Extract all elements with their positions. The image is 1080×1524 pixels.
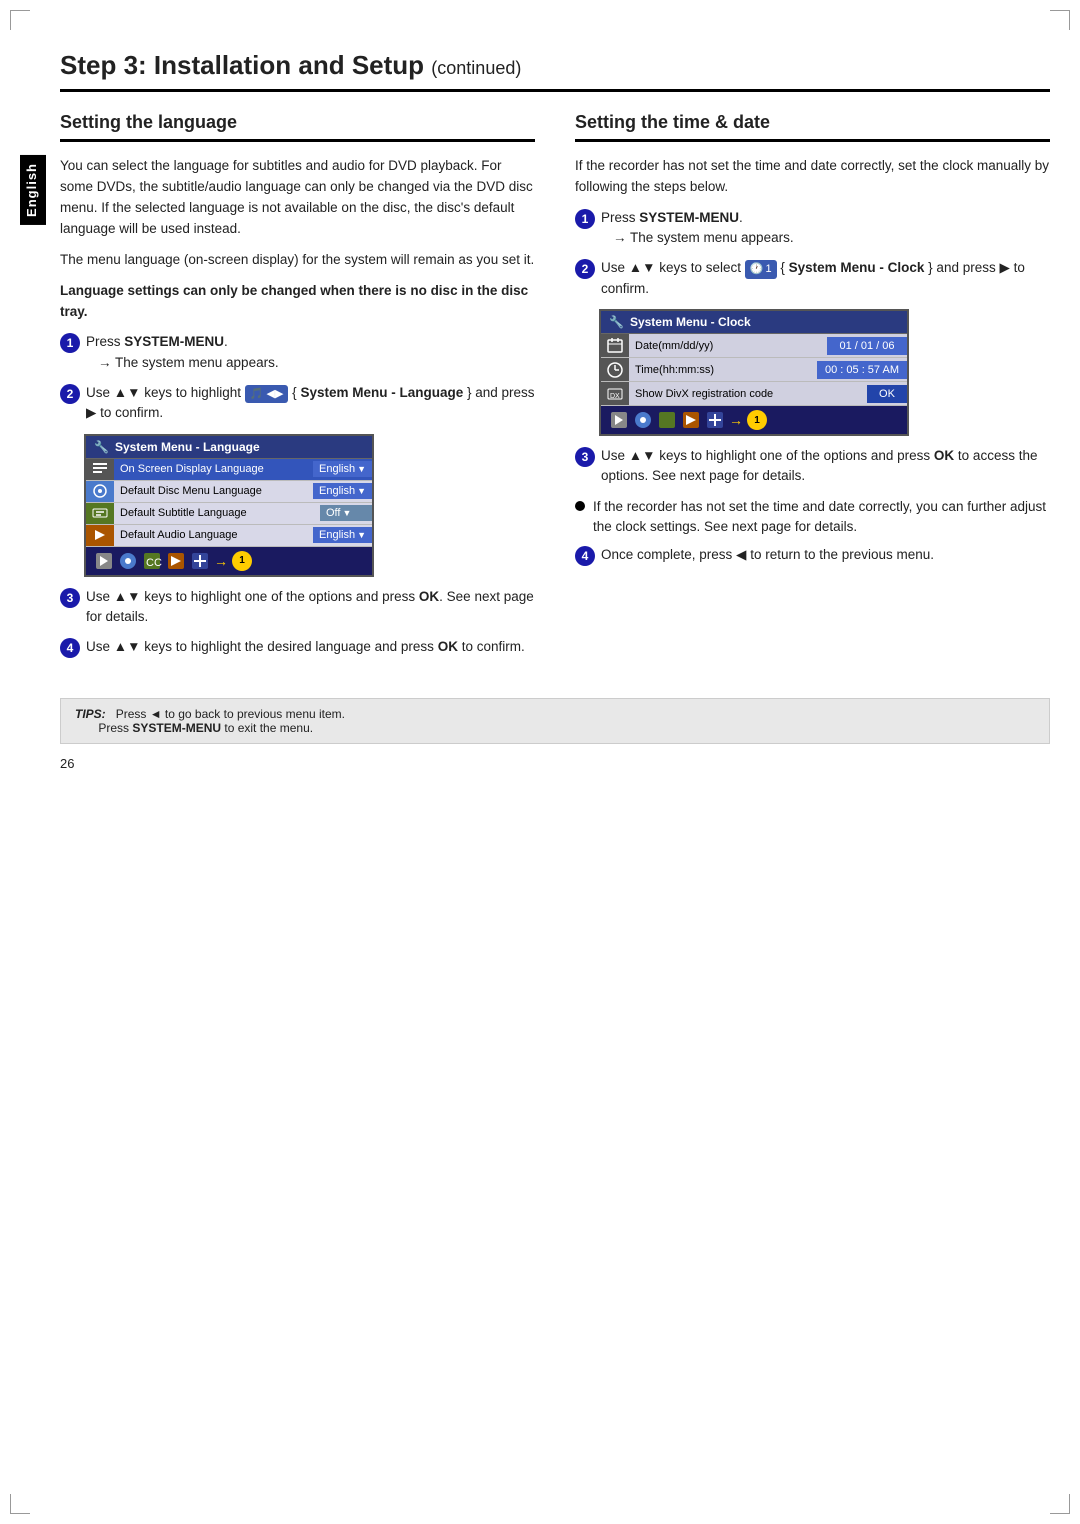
right-step1-num: 1 xyxy=(575,209,595,229)
corner-top-left xyxy=(10,10,30,30)
left-step4-num: 4 xyxy=(60,638,80,658)
svg-text:CC: CC xyxy=(146,557,162,569)
page-number: 26 xyxy=(60,756,1050,771)
clock-date-row: Date(mm/dd/yy) 01 / 01 / 06 xyxy=(601,334,907,358)
right-intro-para: If the recorder has not set the time and… xyxy=(575,156,1050,198)
right-bullet1: If the recorder has not set the time and… xyxy=(575,497,1050,538)
right-section-heading: Setting the time & date xyxy=(575,112,1050,142)
right-step2-num: 2 xyxy=(575,259,595,279)
clock-menu-bottom: → 1 xyxy=(601,406,907,434)
corner-top-right xyxy=(1050,10,1070,30)
right-step3: 3 Use ▲▼ keys to highlight one of the op… xyxy=(575,446,1050,487)
clock-date-label: Date(mm/dd/yy) xyxy=(629,337,827,355)
menu-row-2-value: Off ▼ xyxy=(320,505,372,521)
left-intro-para1: You can select the language for subtitle… xyxy=(60,156,535,240)
right-step4: 4 Once complete, press ◀ to return to th… xyxy=(575,545,1050,566)
left-bold-para: Language settings can only be changed wh… xyxy=(60,281,535,323)
menu-row-3-label: Default Audio Language xyxy=(114,527,313,543)
clock-date-value: 01 / 01 / 06 xyxy=(827,337,907,355)
sidebar-tab: English xyxy=(20,155,46,225)
language-menu-icon: 🔧 xyxy=(94,440,109,454)
left-step2: 2 Use ▲▼ keys to highlight 🎵 ◀▶ { System… xyxy=(60,383,535,424)
menu-row-2-label: Default Subtitle Language xyxy=(114,505,320,521)
menu-row-1-label: Default Disc Menu Language xyxy=(114,483,313,499)
tips-label: TIPS: xyxy=(75,707,106,721)
left-column: Setting the language You can select the … xyxy=(60,112,535,668)
language-menu-rows: On Screen Display Language English ▼ Def… xyxy=(86,459,372,547)
left-step2-num: 2 xyxy=(60,384,80,404)
language-menu-screenshot: 🔧 System Menu - Language On Screen Displ… xyxy=(84,434,374,577)
right-column: Setting the time & date If the recorder … xyxy=(575,112,1050,668)
right-step1: 1 Press SYSTEM-MENU. → The system menu a… xyxy=(575,208,1050,249)
svg-text:DX: DX xyxy=(610,393,620,400)
right-step4-num: 4 xyxy=(575,546,595,566)
corner-bottom-right xyxy=(1050,1494,1070,1514)
menu-row-2-icon xyxy=(86,503,114,524)
menu-row-3: Default Audio Language English ▼ xyxy=(86,525,372,547)
clock-divx-label: Show DivX registration code xyxy=(629,385,867,403)
tips-box: TIPS: Press ◄ to go back to previous men… xyxy=(60,698,1050,744)
menu-row-0-label: On Screen Display Language xyxy=(114,461,313,477)
clock-menu-icon: 🔧 xyxy=(609,315,624,329)
menu-row-0-icon xyxy=(86,459,114,480)
left-step3-num: 3 xyxy=(60,588,80,608)
language-menu-title-bar: 🔧 System Menu - Language xyxy=(86,436,372,459)
language-menu-bottom: CC → 1 xyxy=(86,547,372,575)
menu-row-0-value: English ▼ xyxy=(313,461,372,477)
clock-divx-value: OK xyxy=(867,385,907,403)
clock-time-row: Time(hh:mm:ss) 00 : 05 : 57 AM xyxy=(601,358,907,382)
menu-row-3-icon xyxy=(86,525,114,546)
right-step3-num: 3 xyxy=(575,447,595,467)
left-section-heading: Setting the language xyxy=(60,112,535,142)
page-title: Step 3: Installation and Setup (continue… xyxy=(60,50,1050,92)
menu-row-1-value: English ▼ xyxy=(313,483,372,499)
left-step3: 3 Use ▲▼ keys to highlight one of the op… xyxy=(60,587,535,628)
clock-menu-screenshot: 🔧 System Menu - Clock xyxy=(599,309,909,436)
corner-bottom-left xyxy=(10,1494,30,1514)
clock-menu-rows: Date(mm/dd/yy) 01 / 01 / 06 Time(hh: xyxy=(601,334,907,406)
menu-row-3-value: English ▼ xyxy=(313,527,372,543)
left-step4: 4 Use ▲▼ keys to highlight the desired l… xyxy=(60,637,535,658)
left-step1-num: 1 xyxy=(60,333,80,353)
tips-line2: Press SYSTEM-MENU to exit the menu. xyxy=(98,721,313,735)
menu-row-1-icon xyxy=(86,481,114,502)
tips-line1: Press ◄ to go back to previous menu item… xyxy=(116,707,345,721)
clock-time-label: Time(hh:mm:ss) xyxy=(629,361,817,379)
left-intro-para2: The menu language (on-screen display) fo… xyxy=(60,250,535,271)
menu-row-0: On Screen Display Language English ▼ xyxy=(86,459,372,481)
clock-menu-title-bar: 🔧 System Menu - Clock xyxy=(601,311,907,334)
clock-divx-row: DX Show DivX registration code OK xyxy=(601,382,907,406)
right-bullet1-text: If the recorder has not set the time and… xyxy=(593,497,1050,538)
menu-row-2: Default Subtitle Language Off ▼ xyxy=(86,503,372,525)
menu-row-1: Default Disc Menu Language English ▼ xyxy=(86,481,372,503)
left-step1: 1 Press SYSTEM-MENU. → The system menu a… xyxy=(60,332,535,373)
clock-time-value: 00 : 05 : 57 AM xyxy=(817,361,907,379)
bullet-dot xyxy=(575,501,585,511)
right-step2: 2 Use ▲▼ keys to select 🕐1 { System Menu… xyxy=(575,258,1050,299)
